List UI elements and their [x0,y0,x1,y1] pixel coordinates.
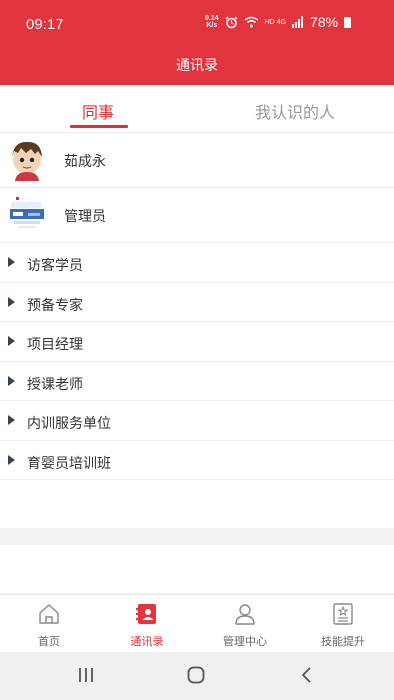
group-label: 授课老师 [27,376,83,393]
group-label: 项目经理 [27,337,83,353]
nav-management[interactable]: 管理中心 [196,595,294,653]
landscape-avatar [8,194,46,236]
contact-name: 茹成永 [64,154,106,170]
expand-arrow-icon [8,336,15,346]
group-row-visitors[interactable]: 访客学员 [0,243,394,283]
contacts-content: 同事 我认识的人 茹成永 管理员 访客学员 预备专家 项目经理 授课老师 内训服… [0,85,394,528]
nav-skills[interactable]: 技能提升 [294,595,392,653]
nav-label: 技能提升 [321,635,365,648]
home-button-icon[interactable] [187,666,205,684]
bottom-nav: 首页 通讯录 管理中心 技能提升 [0,594,394,652]
nav-label: 通讯录 [130,635,164,648]
group-label: 育婴员培训班 [27,455,111,472]
wifi-icon [244,16,259,28]
group-row-training-units[interactable]: 内训服务单位 [0,401,394,441]
group-label: 预备专家 [27,297,83,314]
expand-arrow-icon [8,375,15,386]
group-label: 内训服务单位 [27,416,111,432]
contact-row[interactable]: 管理员 [0,188,394,243]
status-icons: 0.14 K/s HD 4G 78% [205,14,352,30]
group-row-project-managers[interactable]: 项目经理 [0,322,394,362]
active-tab-indicator [70,125,128,128]
alarm-icon [225,15,238,28]
tab-bar: 同事 我认识的人 [0,85,394,133]
expand-arrow-icon [8,415,15,425]
nav-contacts[interactable]: 通讯录 [98,595,196,653]
signal-icon [292,16,304,28]
status-time: 09:17 [26,16,64,33]
battery-icon [344,16,352,28]
nav-label: 首页 [38,635,60,648]
app-header: 09:17 0.14 K/s HD 4G 78% 通讯录 [0,0,394,85]
network-speed: 0.14 K/s [205,15,219,29]
tab-acquaintances[interactable]: 我认识的人 [255,99,335,123]
status-bar: 09:17 0.14 K/s HD 4G 78% [0,0,394,46]
expand-arrow-icon [8,257,15,267]
page-title: 通讯录 [176,58,218,74]
cartoon-avatar [8,139,46,181]
recent-apps-icon[interactable] [77,666,95,684]
group-row-teachers[interactable]: 授课老师 [0,362,394,401]
back-icon[interactable] [298,666,316,684]
contact-name: 管理员 [64,209,106,225]
nav-home[interactable]: 首页 [0,595,98,653]
home-icon [39,604,59,624]
expand-arrow-icon [8,296,15,307]
battery-percent: 78% [310,14,339,30]
group-row-nursery-class[interactable]: 育婴员培训班 [0,441,394,480]
expand-arrow-icon [8,454,15,465]
system-nav-bar [0,652,394,700]
certificate-icon [333,603,353,625]
user-icon [235,604,255,625]
group-label: 访客学员 [27,258,83,274]
group-row-reserve-experts[interactable]: 预备专家 [0,283,394,322]
contact-row[interactable]: 茹成永 [0,133,394,188]
network-label: HD 4G [264,18,287,26]
contacts-icon [136,604,156,624]
spacer-panel [0,545,394,593]
nav-label: 管理中心 [223,635,267,648]
tab-colleagues[interactable]: 同事 [82,99,114,123]
